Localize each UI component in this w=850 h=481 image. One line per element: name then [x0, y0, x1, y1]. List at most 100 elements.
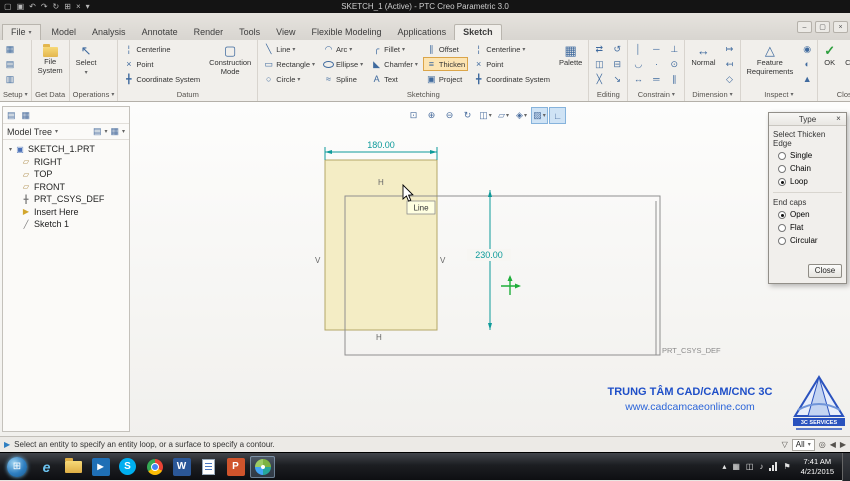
- vertical-constraint-button[interactable]: │: [630, 42, 646, 56]
- taskbar-media-player[interactable]: ▶: [88, 456, 113, 478]
- dim-height-value[interactable]: 230.00: [475, 250, 503, 260]
- rectangle-button[interactable]: ▭ Rectangle ▾: [260, 57, 318, 71]
- tree-show-icon[interactable]: ▤: [93, 126, 102, 137]
- zoom-out-button[interactable]: ⊖: [441, 107, 458, 124]
- circle-button[interactable]: ○ Circle ▾: [260, 72, 318, 86]
- setup-button-2[interactable]: ▤: [2, 57, 18, 71]
- navigator-list-icon[interactable]: ▤: [7, 110, 16, 121]
- undo-icon[interactable]: ↶: [29, 0, 36, 13]
- datum-csys-button[interactable]: ╋ Coordinate System: [120, 72, 203, 86]
- offset-button[interactable]: ∥ Offset: [423, 42, 468, 56]
- graphics-area[interactable]: 180.00 230.00 H H V V PRT_CSYS_DEF Line: [0, 102, 850, 437]
- tray-app-icon-1[interactable]: ▦: [732, 462, 740, 471]
- radio-open[interactable]: Open: [769, 208, 846, 221]
- network-icon[interactable]: [769, 462, 778, 471]
- tangent-constraint-button[interactable]: ◡: [630, 57, 646, 71]
- feature-requirements-button[interactable]: △ Feature Requirements: [743, 42, 798, 78]
- collapse-icon[interactable]: ▾: [9, 146, 12, 153]
- tree-item-insert-here[interactable]: ▶ Insert Here: [5, 206, 127, 219]
- start-button[interactable]: ⊞: [7, 456, 27, 477]
- repaint-button[interactable]: ↻: [459, 107, 476, 124]
- datum-display-button[interactable]: ▱ ▾: [495, 107, 512, 124]
- caret-icon[interactable]: ▾: [122, 128, 125, 135]
- caret-icon[interactable]: ▾: [55, 128, 58, 135]
- overlapping-geometry-button[interactable]: ◉: [799, 42, 815, 56]
- taskbar-powerpoint[interactable]: P: [223, 456, 248, 478]
- modify-button[interactable]: ⇄: [591, 42, 607, 56]
- tray-app-icon-2[interactable]: ◫: [746, 462, 754, 471]
- group-label-operations[interactable]: Operations ▾: [70, 88, 118, 101]
- select-button[interactable]: ↖ Select ▾: [72, 42, 101, 78]
- parallel-constraint-button[interactable]: ∥: [666, 72, 682, 86]
- arc-button[interactable]: ◠ Arc ▾: [320, 42, 366, 56]
- display-style-button[interactable]: ◫ ▾: [477, 107, 494, 124]
- redo-icon[interactable]: ↷: [41, 0, 48, 13]
- radio-loop[interactable]: Loop: [769, 175, 846, 188]
- file-system-button[interactable]: File System: [34, 42, 67, 77]
- normal-dimension-button[interactable]: ↔ Normal: [687, 42, 719, 70]
- type-dialog-titlebar[interactable]: Type ×: [769, 113, 846, 126]
- filter-icon[interactable]: ▽: [782, 440, 788, 449]
- find-icon[interactable]: ◎: [819, 440, 826, 449]
- ok-button[interactable]: ✓ OK: [820, 42, 839, 70]
- datum-point-button[interactable]: × Point: [120, 57, 203, 71]
- tab-model[interactable]: Model: [44, 25, 85, 40]
- chamfer-button[interactable]: ◣ Chamfer ▾: [368, 57, 421, 71]
- save-icon[interactable]: ▣: [17, 0, 25, 13]
- tab-tools[interactable]: Tools: [231, 25, 268, 40]
- horizontal-constraint-button[interactable]: ─: [648, 42, 664, 56]
- spline-button[interactable]: ≈ Spline: [320, 72, 366, 86]
- next-icon[interactable]: ▶: [840, 440, 846, 449]
- taskbar-document[interactable]: [196, 456, 221, 478]
- radio-flat[interactable]: Flat: [769, 221, 846, 234]
- model-tree-title[interactable]: Model Tree: [7, 127, 52, 137]
- thicken-button[interactable]: ≡ Thicken: [422, 57, 469, 71]
- tree-item-top-plane[interactable]: ▱ TOP: [5, 168, 127, 181]
- radio-loop-circle[interactable]: [778, 177, 786, 186]
- taskbar-creo[interactable]: [250, 455, 275, 478]
- corner-button[interactable]: ↘: [609, 72, 625, 86]
- show-desktop-button[interactable]: [842, 452, 850, 481]
- dialog-close-button[interactable]: Close: [808, 264, 842, 278]
- cancel-button[interactable]: × Cancel: [841, 42, 850, 70]
- selection-filter-dropdown[interactable]: All ▾: [791, 438, 815, 451]
- radio-chain-circle[interactable]: [778, 164, 786, 173]
- construction-mode-button[interactable]: ▢ Construction Mode: [205, 42, 255, 78]
- group-label-inspect[interactable]: Inspect ▾: [741, 88, 818, 101]
- equal-constraint-button[interactable]: ═: [648, 72, 664, 86]
- text-button[interactable]: A Text: [368, 72, 421, 86]
- radio-chain[interactable]: Chain: [769, 162, 846, 175]
- csys-marker[interactable]: [501, 275, 521, 295]
- annotation-display-button[interactable]: ◈ ▾: [513, 107, 530, 124]
- project-button[interactable]: ▣ Project: [423, 72, 468, 86]
- group-label-setup[interactable]: Setup ▾: [0, 88, 31, 101]
- delete-segment-button[interactable]: ⊟: [609, 57, 625, 71]
- taskbar-file-explorer[interactable]: [61, 456, 86, 478]
- action-center-flag-icon[interactable]: ⚑: [783, 462, 790, 471]
- divide-button[interactable]: ╳: [591, 72, 607, 86]
- navigator-folder-icon[interactable]: ▦: [22, 110, 31, 121]
- tab-sketch[interactable]: Sketch: [454, 24, 502, 40]
- radio-single-circle[interactable]: [778, 151, 786, 160]
- reference-dimension-button[interactable]: ◇: [722, 72, 738, 86]
- taskbar-skype[interactable]: S: [115, 456, 140, 478]
- baseline-dimension-button[interactable]: ↤: [722, 57, 738, 71]
- tree-item-csys[interactable]: ╋ PRT_CSYS_DEF: [5, 193, 127, 206]
- sketch-orientation-button[interactable]: ∟: [549, 107, 566, 124]
- sketch-centerline-button[interactable]: ¦ Centerline ▾: [470, 42, 553, 56]
- tab-view[interactable]: View: [268, 25, 303, 40]
- tab-flexible-modeling[interactable]: Flexible Modeling: [304, 25, 390, 40]
- line-button[interactable]: ╲ Line ▾: [260, 42, 318, 56]
- tree-item-part[interactable]: ▾ ▣ SKETCH_1.PRT: [5, 143, 127, 156]
- tab-annotate[interactable]: Annotate: [134, 25, 186, 40]
- caret-icon[interactable]: ▾: [104, 128, 107, 135]
- group-label-constrain[interactable]: Constrain ▾: [628, 88, 684, 101]
- coincident-constraint-button[interactable]: ⊙: [666, 57, 682, 71]
- radio-single[interactable]: Single: [769, 149, 846, 162]
- palette-button[interactable]: ▦ Palette: [555, 42, 586, 70]
- datum-centerline-button[interactable]: ¦ Centerline: [120, 42, 203, 56]
- sketch-csys-button[interactable]: ╋ Coordinate System: [470, 72, 553, 86]
- radio-circular[interactable]: Circular: [769, 234, 846, 247]
- sketch-point-button[interactable]: × Point: [470, 57, 553, 71]
- fillet-button[interactable]: ╭ Fillet ▾: [368, 42, 421, 56]
